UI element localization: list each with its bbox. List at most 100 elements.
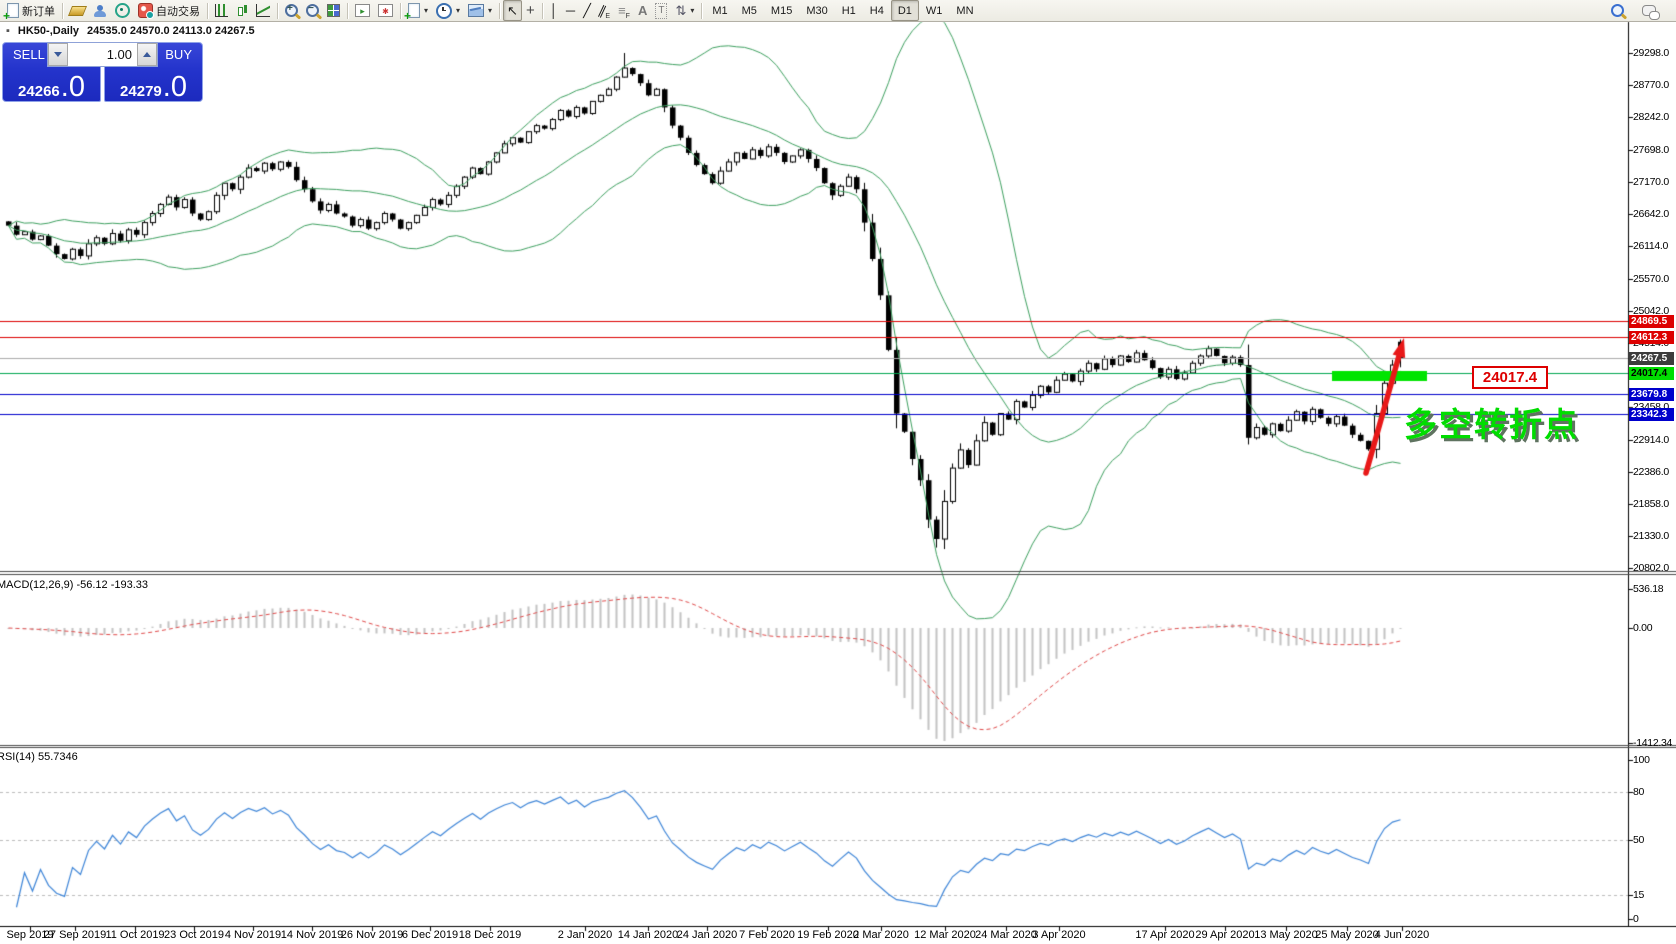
date-axis-label: 12 Mar 2020 (914, 929, 976, 941)
price-tick-label: 27698.0 (1633, 144, 1669, 156)
timeframe-h4-button[interactable]: H4 (863, 0, 891, 21)
volume-control (47, 42, 158, 67)
rsi-axis-label: 80 (1633, 786, 1644, 798)
broadcast-icon (115, 3, 130, 18)
timeframe-w1-button[interactable]: W1 (919, 0, 950, 21)
date-axis-label: 25 May 2020 (1315, 929, 1379, 941)
turning-point-annotation[interactable]: 多空转折点 (1404, 398, 1579, 446)
trendline-tool[interactable]: ╱ (579, 0, 595, 21)
add-chart-icon: + (408, 3, 420, 18)
horizontal-line-icon: ─ (566, 4, 575, 18)
text-label-icon: T (655, 3, 667, 19)
timeframe-h1-button[interactable]: H1 (835, 0, 863, 21)
arrows-tool-dropdown[interactable]: ⇅▾ (671, 0, 698, 21)
periods-dropdown[interactable]: ▾ (432, 0, 464, 21)
price-tick-label: 28770.0 (1633, 79, 1669, 91)
triangle-up-icon (143, 52, 151, 57)
horizontal-line-tool[interactable]: ─ (562, 0, 579, 21)
date-axis-label: 11 Oct 2019 (105, 929, 164, 941)
toolbar-separator (499, 3, 500, 19)
new-indicator-button[interactable]: ✱ (374, 0, 397, 21)
timeframe-d1-button[interactable]: D1 (891, 0, 919, 21)
level-price-callout[interactable]: 24017.4 (1472, 366, 1548, 389)
search-icon (1611, 4, 1624, 17)
chat-icon (1642, 5, 1656, 16)
timeframe-m30-button[interactable]: M30 (799, 0, 834, 21)
channel-tool[interactable]: ∥E (595, 0, 614, 21)
price-tick-label: 20802.0 (1633, 562, 1669, 574)
zoom-in-button[interactable]: + (281, 0, 302, 21)
chevron-down-icon: ▾ (690, 6, 694, 15)
new-order-button[interactable]: + 新订单 (3, 0, 59, 21)
volume-increase-button[interactable] (137, 43, 157, 66)
timeframe-m15-button[interactable]: M15 (764, 0, 799, 21)
rsi-axis-label: 0 (1633, 913, 1639, 925)
cursor-tool-button[interactable]: ↖ (503, 0, 522, 21)
price-tick-label: 22914.0 (1633, 434, 1669, 446)
chevron-down-icon: ▾ (488, 6, 492, 15)
price-level-badge: 24267.5 (1629, 352, 1674, 365)
volume-decrease-button[interactable] (48, 43, 68, 66)
crosshair-icon: + (526, 4, 535, 18)
accounts-button[interactable] (89, 0, 111, 21)
price-tick-label: 26642.0 (1633, 208, 1669, 220)
rsi-axis-label: 15 (1633, 889, 1644, 901)
add-chart-dropdown[interactable]: +▾ (404, 0, 432, 21)
trendline-icon: ╱ (583, 4, 591, 18)
toolbar-separator (62, 3, 63, 19)
date-axis-label: 6 Dec 2019 (402, 929, 458, 941)
auto-trading-button[interactable]: 自动交易 (134, 0, 204, 21)
toolbar-separator (400, 3, 401, 19)
fibonacci-tool[interactable]: ≡F (614, 0, 634, 21)
macd-axis-label: 536.18 (1633, 583, 1663, 595)
line-chart-button[interactable] (252, 0, 274, 21)
cursor-icon: ↖ (507, 4, 518, 18)
price-tick-label: 29298.0 (1633, 47, 1669, 59)
timeframe-m5-button[interactable]: M5 (735, 0, 764, 21)
arrows-icon: ⇅ (675, 4, 686, 18)
bar-chart-button[interactable] (211, 0, 232, 21)
date-axis-label: 14 Jan 2020 (618, 929, 679, 941)
timeframe-group: M1M5M15M30H1H4D1W1MN (705, 0, 980, 21)
crosshair-tool-button[interactable]: + (522, 0, 539, 21)
date-axis-label: 2 Mar 2020 (853, 929, 909, 941)
gold-ingot-icon (68, 6, 87, 16)
date-axis-label: 24 Jan 2020 (677, 929, 738, 941)
date-axis-label: 7 Feb 2020 (739, 929, 795, 941)
chart-star-icon: ✱ (378, 4, 393, 17)
person-icon (93, 4, 107, 18)
zoom-out-button[interactable]: − (302, 0, 323, 21)
price-tick-label: 21330.0 (1633, 530, 1669, 542)
clock-icon (436, 3, 452, 19)
timeframe-mn-button[interactable]: MN (949, 0, 980, 21)
strategy-tester-button[interactable]: ▸ (351, 0, 374, 21)
macd-axis-label: -1412.34 (1633, 737, 1672, 749)
timeframe-m1-button[interactable]: M1 (705, 0, 734, 21)
vertical-line-tool[interactable]: │ (546, 0, 562, 21)
candlestick-chart-button[interactable] (232, 0, 252, 21)
text-label-tool[interactable]: T (651, 0, 671, 21)
one-click-trading-panel: SELL 24266.0 BUY 24279.0 (2, 42, 203, 102)
top-toolbar: + 新订单 自动交易 + − ▸ ✱ +▾ ▾ ▾ ↖ + │ ─ ╱ ∥E ≡… (0, 0, 1676, 22)
date-axis-label: 4 Jun 2020 (1375, 929, 1429, 941)
mt4-window: + 新订单 自动交易 + − ▸ ✱ +▾ ▾ ▾ ↖ + │ ─ ╱ ∥E ≡… (0, 0, 1676, 944)
chat-button[interactable] (1638, 0, 1660, 21)
chevron-down-icon: ▾ (424, 6, 428, 15)
templates-dropdown[interactable]: ▾ (464, 0, 496, 21)
tile-windows-button[interactable] (323, 0, 344, 21)
chart-title: ▪ HK50-,Daily 24535.0 24570.0 24113.0 24… (6, 25, 255, 37)
buy-price: 24279.0 (105, 74, 202, 100)
chart-canvas[interactable] (0, 0, 1676, 944)
date-axis-label: 29 Apr 2020 (1195, 929, 1254, 941)
toolbar-separator (542, 3, 543, 19)
price-tick-label: 22386.0 (1633, 466, 1669, 478)
zoom-out-icon: − (306, 4, 319, 17)
rsi-axis-label: 100 (1633, 754, 1650, 766)
market-watch-button[interactable] (66, 0, 89, 21)
text-tool[interactable]: A (634, 0, 651, 21)
candlestick-icon (236, 4, 248, 17)
volume-input[interactable] (68, 43, 137, 66)
search-button[interactable] (1607, 0, 1628, 21)
date-axis-label: 13 May 2020 (1254, 929, 1318, 941)
signals-button[interactable] (111, 0, 134, 21)
